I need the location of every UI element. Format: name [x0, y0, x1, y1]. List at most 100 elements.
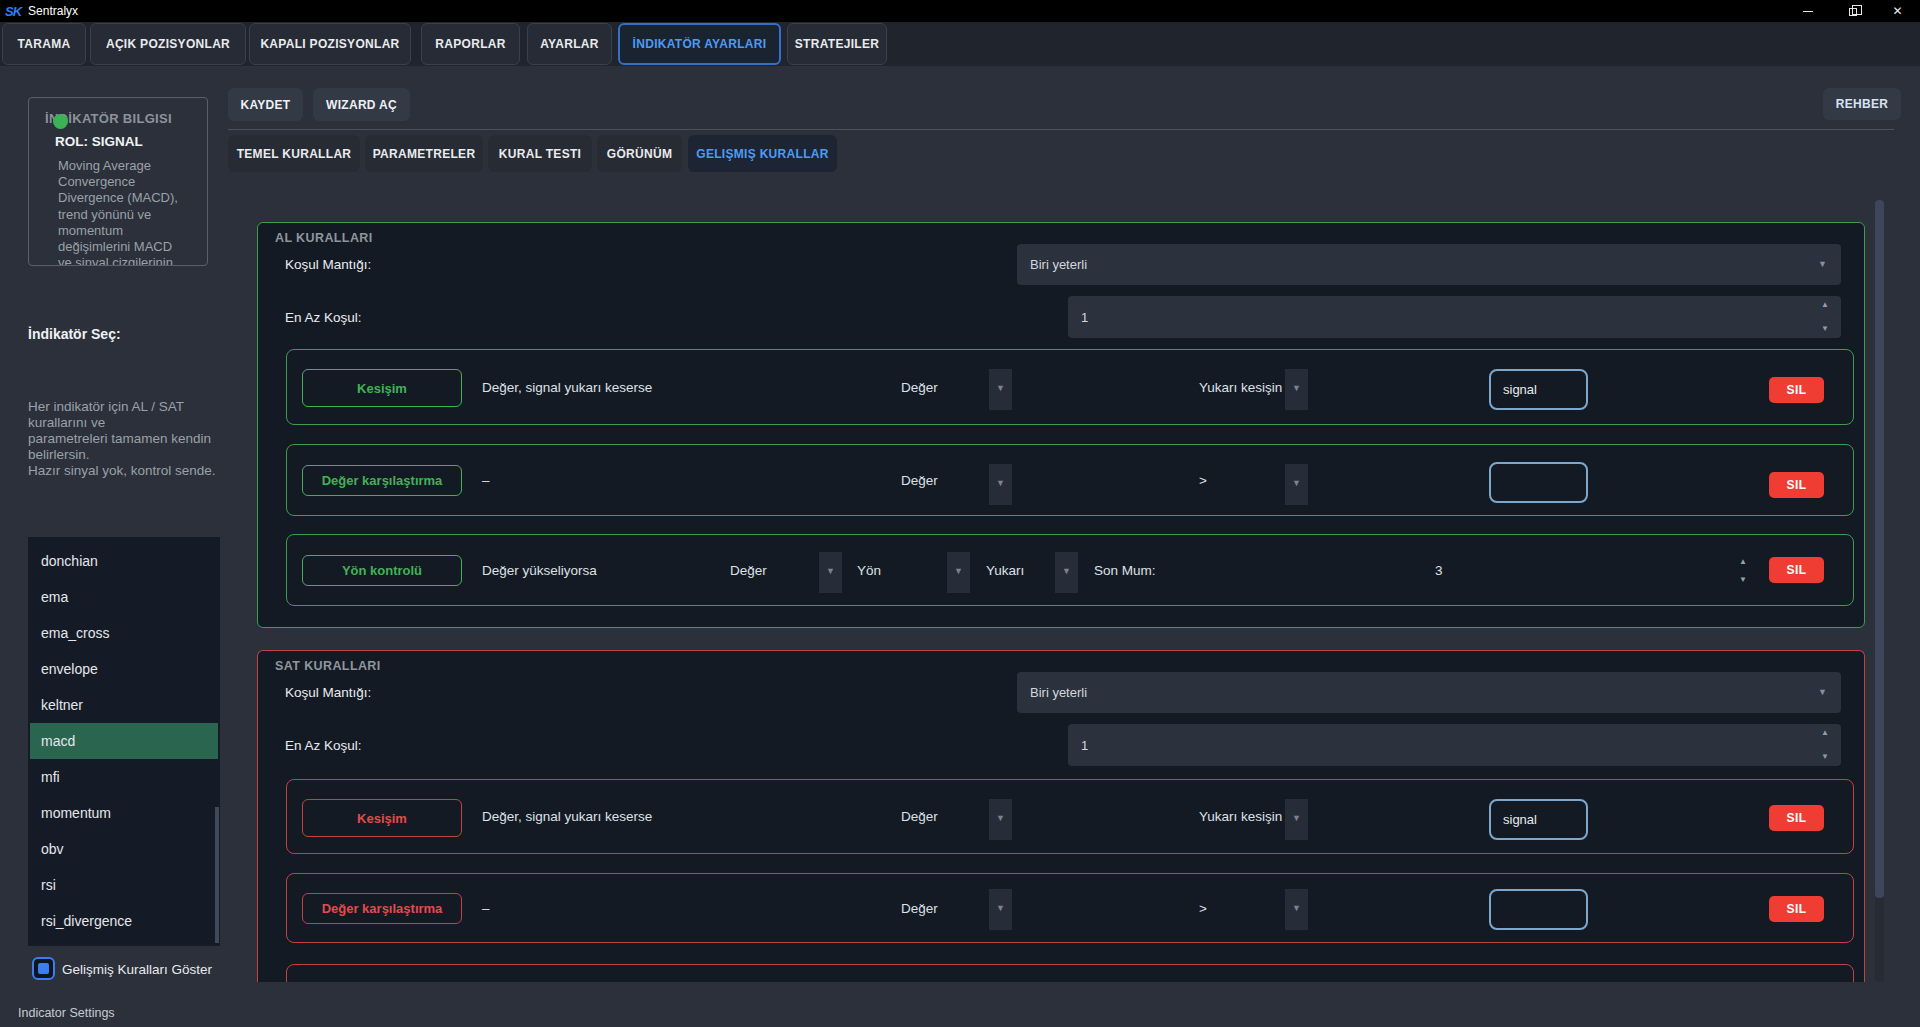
spinner-down-icon[interactable]: ▼: [1821, 753, 1829, 761]
status-bar-text: Indicator Settings: [18, 1006, 115, 1020]
indicator-item-mfi[interactable]: mfi: [30, 759, 218, 795]
nav-tab-stratejiler[interactable]: STRATEJILER: [787, 23, 887, 65]
param3-dropdown-button[interactable]: ▼: [1055, 552, 1078, 593]
title-bar: SK Sentralyx ✕: [0, 0, 1920, 22]
nav-tab-kapali-pozisyonlar[interactable]: KAPALI POZISYONLAR: [249, 23, 411, 65]
rule-value-input[interactable]: [1489, 462, 1588, 503]
buy-min-spinner[interactable]: 1 ▲ ▼: [1068, 296, 1841, 338]
indicator-item-macd[interactable]: macd: [30, 723, 218, 759]
sell-logic-label: Koşul Mantığı:: [285, 672, 371, 713]
checkbox-check-icon: [38, 963, 49, 974]
param1-dropdown-button[interactable]: ▼: [989, 889, 1012, 930]
restore-icon: [1849, 8, 1857, 16]
advanced-rules-checkbox-label: Gelişmiş Kuralları Göster: [62, 962, 212, 977]
chevron-down-icon: ▼: [996, 478, 1005, 488]
toolbar-divider: [228, 129, 1894, 130]
rule-type-chip[interactable]: Yön kontrolü: [302, 555, 462, 586]
rule-type-chip[interactable]: Değer karşılaştırma: [302, 893, 462, 924]
param2-dropdown-button[interactable]: ▼: [1285, 464, 1308, 505]
sell-min-value: 1: [1081, 738, 1088, 753]
close-button[interactable]: ✕: [1875, 0, 1920, 22]
indicator-hint-text: Her indikatör için AL / SAT kurallarını …: [28, 399, 216, 479]
chevron-down-icon: ▼: [996, 813, 1005, 823]
main-nav-bar: TARAMA AÇIK POZISYONLAR KAPALI POZISYONL…: [0, 22, 1920, 66]
nav-tab-indikator-ayarlari[interactable]: İNDIKATÖR AYARLARI: [618, 23, 781, 65]
spinner-up-icon[interactable]: ▲: [1821, 301, 1829, 309]
buy-logic-value: Biri yeterli: [1030, 257, 1087, 272]
tab-gorunum[interactable]: GÖRÜNÜM: [597, 135, 682, 172]
indicator-item-ema[interactable]: ema: [30, 579, 218, 615]
buy-rule-row-1: Kesişim Değer, signal yukarı keserse Değ…: [286, 349, 1854, 425]
spinner-up-icon[interactable]: ▲: [1821, 729, 1829, 737]
indicator-item-rsi-divergence[interactable]: rsi_divergence: [30, 903, 218, 939]
list-scrollbar[interactable]: [215, 807, 219, 943]
param2-dropdown-button[interactable]: ▼: [1285, 889, 1308, 930]
indicator-item-envelope[interactable]: envelope: [30, 651, 218, 687]
tab-kural-testi[interactable]: KURAL TESTI: [488, 135, 592, 172]
save-button[interactable]: KAYDET: [228, 88, 303, 121]
delete-rule-button[interactable]: SIL: [1769, 472, 1824, 498]
indicator-item-donchian[interactable]: donchian: [30, 543, 218, 579]
tab-gelismis-kurallar[interactable]: GELIŞMIŞ KURALLAR: [688, 135, 837, 172]
nav-tab-raporlar[interactable]: RAPORLAR: [421, 23, 520, 65]
restore-button[interactable]: [1830, 0, 1875, 22]
nav-tab-ayarlar[interactable]: AYARLAR: [527, 23, 612, 65]
sell-rule-row-3: [286, 964, 1854, 982]
son-mum-label: Son Mum:: [1094, 535, 1156, 605]
son-mum-spinner[interactable]: ▲▼: [1739, 557, 1747, 584]
param1-dropdown-button[interactable]: ▼: [819, 552, 842, 593]
delete-rule-button[interactable]: SIL: [1769, 377, 1824, 403]
indicator-item-rsi[interactable]: rsi: [30, 867, 218, 903]
rule-value-input[interactable]: signal: [1489, 799, 1588, 840]
close-icon: ✕: [1892, 4, 1902, 18]
sell-rule-row-1: Kesişim Değer, signal yukarı keserse Değ…: [286, 779, 1854, 854]
rule-type-chip[interactable]: Değer karşılaştırma: [302, 465, 462, 496]
sell-rule-row-2: Değer karşılaştırma – Değer ▼ > ▼ SIL: [286, 873, 1854, 943]
tab-parametreler[interactable]: PARAMETRELER: [365, 135, 483, 172]
tab-temel-kurallar[interactable]: TEMEL KURALLAR: [228, 135, 360, 172]
param2-dropdown-button[interactable]: ▼: [947, 552, 970, 593]
chevron-down-icon: ▼: [1062, 566, 1071, 576]
main-scrollbar-thumb[interactable]: [1875, 200, 1884, 898]
nav-tab-acik-pozisyonlar[interactable]: AÇIK POZISYONLAR: [90, 23, 246, 65]
param2-dropdown-button[interactable]: ▼: [1285, 799, 1308, 840]
chevron-down-icon: ▼: [1292, 813, 1301, 823]
param1-dropdown-button[interactable]: ▼: [989, 464, 1012, 505]
rule-param1-label: Değer: [901, 350, 938, 424]
window-controls: ✕: [1785, 0, 1920, 22]
advanced-rules-checkbox[interactable]: [32, 957, 55, 980]
indicator-item-keltner[interactable]: keltner: [30, 687, 218, 723]
rule-param1-label: Değer: [901, 874, 938, 942]
buy-logic-dropdown[interactable]: Biri yeterli ▼: [1017, 244, 1841, 285]
rule-type-chip[interactable]: Kesişim: [302, 369, 462, 407]
param2-dropdown-button[interactable]: ▼: [1285, 369, 1308, 410]
wizard-open-button[interactable]: WIZARD AÇ: [313, 88, 410, 121]
guide-button[interactable]: REHBER: [1823, 88, 1901, 120]
minimize-button[interactable]: [1785, 0, 1830, 22]
indicator-item-ema-cross[interactable]: ema_cross: [30, 615, 218, 651]
nav-tab-tarama[interactable]: TARAMA: [2, 23, 86, 65]
main-scrollbar-track[interactable]: [1875, 200, 1884, 982]
rule-value-input[interactable]: [1489, 889, 1588, 930]
rule-value-input[interactable]: signal: [1489, 369, 1588, 410]
chevron-down-icon: ▼: [996, 383, 1005, 393]
buy-rules-title: AL KURALLARI: [275, 231, 373, 245]
rule-type-chip[interactable]: Kesişim: [302, 799, 462, 837]
spinner-down-icon[interactable]: ▼: [1821, 325, 1829, 333]
sell-logic-dropdown[interactable]: Biri yeterli ▼: [1017, 672, 1841, 713]
chevron-down-icon: ▼: [1292, 478, 1301, 488]
indicator-item-obv[interactable]: obv: [30, 831, 218, 867]
param1-dropdown-button[interactable]: ▼: [989, 369, 1012, 410]
indicator-select-label: İndikatör Seç:: [28, 326, 121, 342]
delete-rule-button[interactable]: SIL: [1769, 557, 1824, 583]
delete-rule-button[interactable]: SIL: [1769, 805, 1824, 831]
chevron-down-icon: ▼: [996, 903, 1005, 913]
indicator-list: donchian ema ema_cross envelope keltner …: [28, 537, 220, 946]
rule-description: Değer yükseliyorsa: [482, 535, 597, 605]
sell-min-spinner[interactable]: 1 ▲ ▼: [1068, 724, 1841, 766]
rule-description: –: [482, 874, 490, 942]
delete-rule-button[interactable]: SIL: [1769, 896, 1824, 922]
indicator-item-momentum[interactable]: momentum: [30, 795, 218, 831]
param1-dropdown-button[interactable]: ▼: [989, 799, 1012, 840]
rule-param2-label: Yukarı kesişin: [1199, 350, 1282, 424]
